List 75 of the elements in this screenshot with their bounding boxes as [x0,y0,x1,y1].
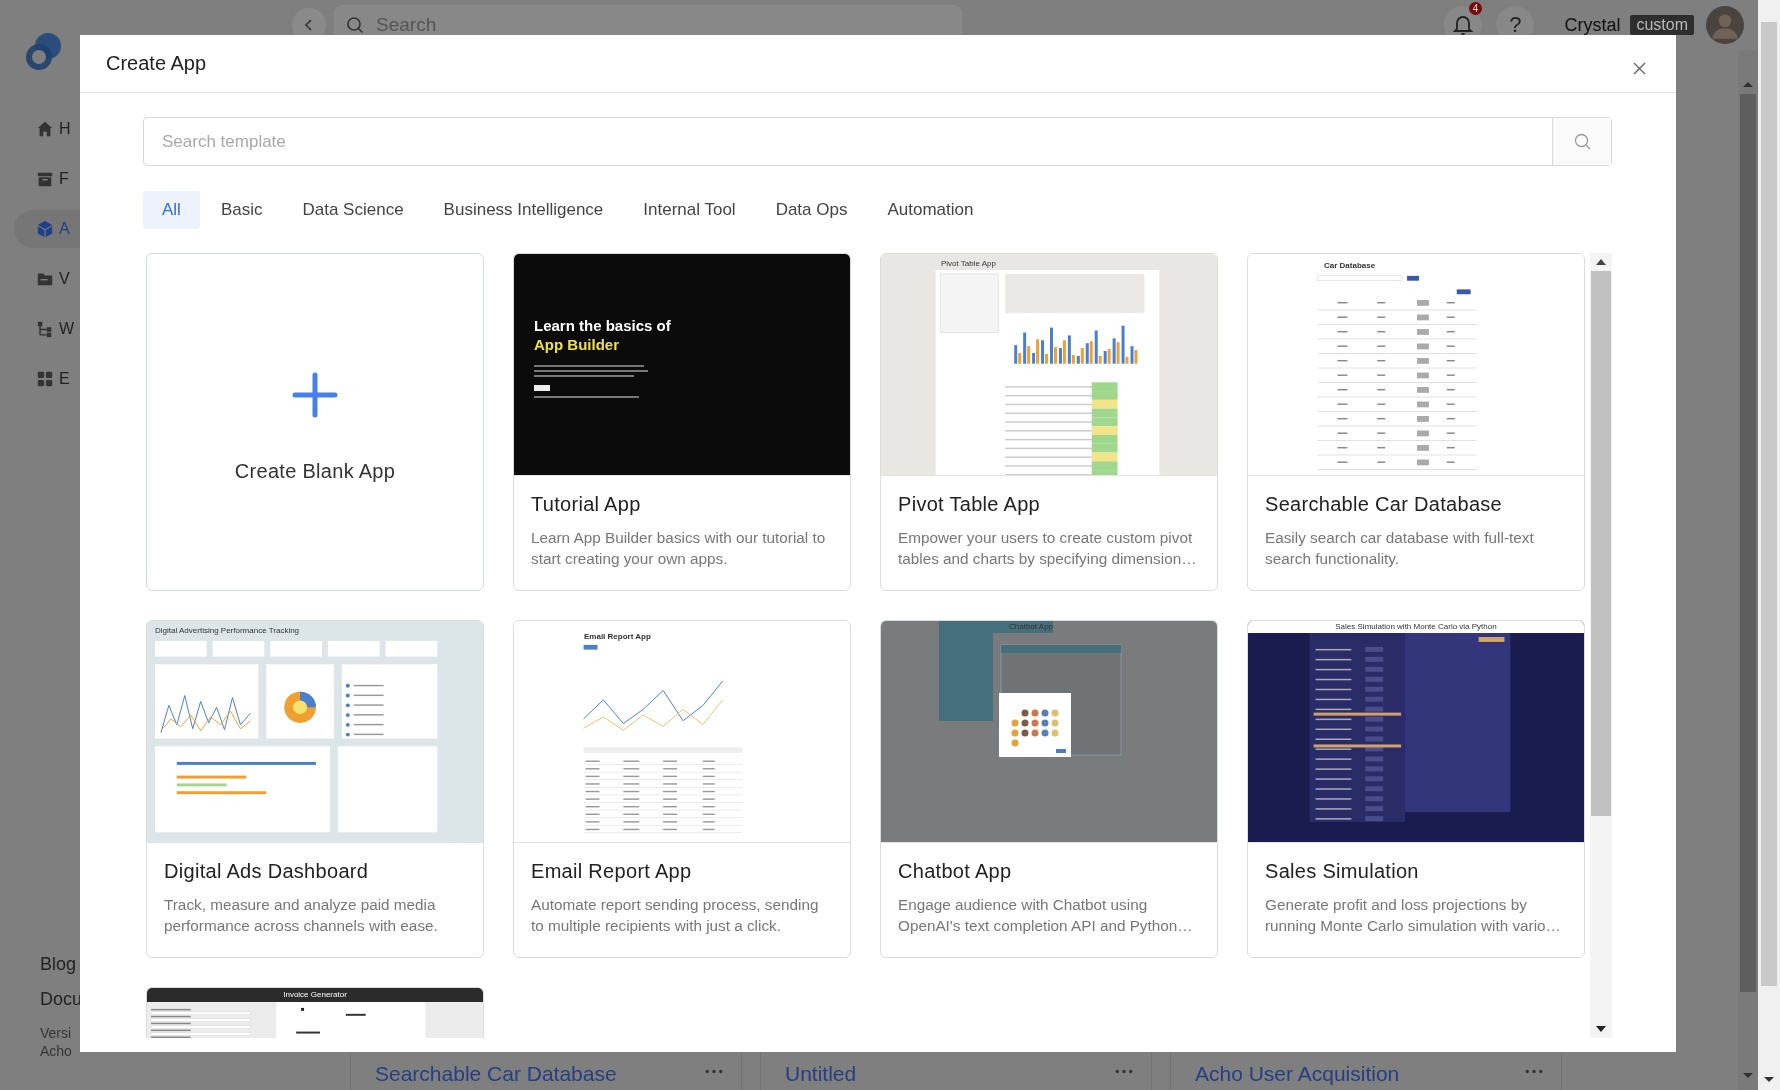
avatar-icon[interactable] [1706,6,1744,44]
version-text: Versi [40,1024,73,1042]
user-role-badge: custom [1630,15,1694,35]
card-title: Digital Ads Dashboard [164,860,370,883]
template-card[interactable]: Learn the basics of App Builder Tutorial App Learn App Builder basics with our tutorial to start creating your own apps. [513,253,851,591]
card-title: Chatbot App [898,860,1013,883]
plus-icon [292,371,338,418]
preview-title: Invoice Generator [147,988,483,1002]
category-tab[interactable]: All [143,191,200,229]
preview-title: Sales Simulation with Monte Carlo via Python [1248,621,1584,633]
grid-icon [36,370,54,388]
template-card[interactable]: Invoice Generator [146,987,484,1038]
app-title: Untitled [785,1062,857,1086]
card-title: Searchable Car Database [1265,493,1504,516]
card-description: Easily search car database with full-text search functionality. [1265,528,1535,569]
version-text: Acho [40,1042,73,1060]
dialog-title: Create App [106,52,207,75]
up-arrow-icon[interactable] [1596,259,1606,265]
preview-title: Pivot Table App [940,258,997,270]
sidebar-item[interactable]: E [14,360,80,398]
card-title: Email Report App [531,860,693,883]
category-tab[interactable]: Basic [201,191,282,229]
scrollbar[interactable] [1590,253,1612,1038]
category-tab[interactable]: Internal Tool [624,191,755,229]
preview-title: Chatbot App [939,621,1054,633]
category-tab[interactable]: Data Ops [756,191,867,229]
sidebar-item[interactable]: W [14,310,80,348]
search-icon[interactable] [1573,133,1591,150]
down-arrow-icon[interactable] [1763,1076,1775,1084]
down-arrow-icon[interactable] [1596,1026,1606,1032]
notification-count: 4 [1468,2,1483,15]
flowchart-icon [36,320,54,338]
card-description: Track, measure and analyze paid media performance across channels with ease. [164,895,439,936]
search-icon [346,16,364,34]
scrollbar[interactable] [1758,0,1780,1090]
template-card[interactable]: Create Blank App [146,253,484,591]
card-title: Create Blank App [234,459,396,483]
sidebar-item[interactable]: H [14,110,80,148]
archive-icon [36,170,54,188]
template-card[interactable]: Pivot Table App Pivot Table App Empower your users to create custom pivot tables and charts by specifying dimension… [880,253,1218,591]
category-tab[interactable]: Business Intelligence [424,191,623,229]
preview-title: Digital Advertising Performance Tracking [154,625,301,637]
chevron-left-icon [303,19,315,31]
close-icon [1633,61,1646,75]
more-icon[interactable] [1525,1069,1543,1074]
user-name: Crystal [1564,14,1621,36]
app-title: Searchable Car Database [375,1062,617,1086]
card-description: Learn App Builder basics with our tutorial to start creating your own apps. [531,528,827,569]
more-icon[interactable] [705,1069,723,1074]
card-description: Automate report sending process, sending to multiple recipients with just a click. [531,895,820,936]
sidebar-item[interactable]: F [14,160,80,198]
category-tab[interactable]: Automation [868,191,993,229]
preview-title: Learn the basics of [534,316,672,335]
home-icon [36,120,54,138]
card-description: Empower your users to create custom pivot tables and charts by specifying dimension… [898,528,1198,569]
sidebar-item[interactable]: V [14,260,80,298]
template-card[interactable]: Car Database Searchable Car Database Easily search car database with full-text search functionality. [1247,253,1585,591]
card-title: Pivot Table App [898,493,1041,516]
template-card[interactable]: Digital Advertising Performance Tracking Digital Ads Dashboard Track, measure and analyze paid media performance across channels with ease. [146,620,484,958]
template-card[interactable]: Email Report App Email Report App Automate report sending process, sending to multiple recipients with just a click. [513,620,851,958]
sidebar-link[interactable]: Blog [40,954,80,975]
template-card[interactable]: Chatbot App Chatbot App Engage audience with Chatbot using OpenAI's text completion API and Python… [880,620,1218,958]
card-description: Engage audience with Chatbot using OpenAI's text completion API and Python… [898,895,1194,936]
card-description: Generate profit and loss projections by running Monte Carlo simulation with vario… [1265,895,1562,936]
preview-title: Email Report App [583,631,652,643]
app-title: Acho User Acquisition [1195,1062,1400,1086]
category-tab[interactable]: Data Science [283,191,423,229]
preview-title: Car Database [1323,260,1377,272]
card-title: Tutorial App [531,493,642,516]
card-title: Sales Simulation [1265,860,1420,883]
template-card[interactable]: Sales Simulation with Monte Carlo via Python Sales Simulation Generate profit and loss projections by running Monte Carlo simulation with vario… [1247,620,1585,958]
cube-icon [36,220,54,238]
bell-icon [1453,14,1474,36]
more-icon[interactable] [1115,1069,1133,1074]
preview-title: App Builder [534,335,620,355]
